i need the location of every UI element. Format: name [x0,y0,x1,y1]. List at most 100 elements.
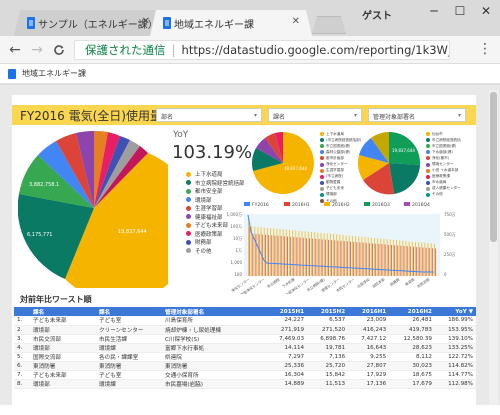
reload-button[interactable] [50,41,68,59]
pie-slice[interactable] [389,163,420,194]
legend-item[interactable]: 市立病院経営統括部 [186,179,245,188]
bar[interactable] [350,241,351,276]
small-pie-chart-2[interactable]: 19,837,644 [356,130,422,196]
bar[interactable] [367,237,369,276]
bar[interactable] [298,230,300,276]
table-row[interactable]: 1. 子ども未来部 子ども室 川島保育所 24,227 6,537 23,009 26,481… [14,316,476,326]
profile-label[interactable]: ゲスト [362,7,392,22]
bar[interactable] [312,238,314,276]
bar[interactable] [274,235,276,276]
scrollbar-thumb[interactable] [490,92,497,242]
legend-item[interactable]: 都市安全部 [186,187,245,196]
close-window-button[interactable]: ✕ [476,4,496,18]
bar[interactable] [411,241,413,276]
tab-sample[interactable]: サンプル（エネルギー課） ✕ [14,10,162,36]
tab-close-icon[interactable]: ✕ [142,16,150,27]
bar[interactable] [418,242,420,276]
tab-close-icon[interactable]: ✕ [292,16,300,27]
bar[interactable] [277,235,279,276]
bar[interactable] [255,234,257,276]
bar[interactable] [324,239,326,276]
bar[interactable] [329,233,331,276]
bar[interactable] [285,229,287,276]
bar[interactable] [343,241,345,276]
minimize-button[interactable]: ─ [424,4,444,18]
bar[interactable] [293,237,295,276]
bar[interactable] [249,226,251,276]
bar[interactable] [287,236,288,276]
bar[interactable] [365,242,367,276]
bar[interactable] [342,235,344,276]
bar[interactable] [273,228,275,276]
bar[interactable] [290,236,292,276]
bar[interactable] [268,235,270,276]
bar[interactable] [358,236,360,277]
legend-label[interactable]: FY2016 [252,202,269,208]
bar[interactable] [433,243,435,276]
bar[interactable] [317,232,319,276]
table-row[interactable]: 8. 環境部 環境課 市民墓場(岩脇) 14,889 11,513 17,136 17,679… [14,379,476,390]
bar[interactable] [333,234,335,276]
main-pie-chart[interactable]: 19,837,644 6,175,771 3,882,758.1 [18,128,168,288]
bar[interactable] [266,227,268,276]
col-header-2015h2[interactable]: 2015H2 [307,307,349,316]
bar[interactable] [323,233,325,276]
bar[interactable] [292,230,294,276]
table-row[interactable]: 4. 環境部 環境課 富郷下水行事処 14,114 19,781 16,643 28,623 1… [14,343,476,353]
bar[interactable] [397,245,399,276]
bar[interactable] [326,233,328,277]
tab-regional-energy[interactable]: 地域エネルギー課 ✕ [150,10,312,36]
bar[interactable] [305,238,307,276]
bar[interactable] [339,234,341,276]
bar[interactable] [258,234,260,276]
col-header-2015h1[interactable]: 2015H1 [266,307,308,316]
bar[interactable] [364,237,366,276]
legend-item[interactable]: その他 [426,192,461,198]
bar[interactable] [295,230,297,277]
bar[interactable] [362,242,364,276]
bar[interactable] [304,231,306,276]
legend-label[interactable]: 2016H2 [332,202,350,208]
bar[interactable] [372,243,374,276]
legend-label[interactable]: 2016Q4 [412,202,430,208]
bar[interactable] [299,237,301,276]
bar[interactable] [387,244,389,276]
table-row[interactable]: 5. 国際交流部 各の民・課課室 県連院 7,297 7,136 9,255 8,112 122… [14,352,476,362]
bar[interactable] [263,227,265,277]
bar[interactable] [381,244,383,276]
bar[interactable] [351,235,353,276]
forward-button[interactable]: → [28,41,46,59]
table-row[interactable]: 2. 環境部 クリーンセンター 焼却炉棟・し尿処理棟 271,919 271,520 416… [14,325,476,335]
bar[interactable] [345,235,347,276]
bar[interactable] [248,218,249,276]
bar[interactable] [276,228,278,276]
col-header-section[interactable]: 課名 [96,307,162,316]
table-row[interactable]: 3. 市民交流部 市民生活課 C川探学校(S) 7,469.03 6,898.76 7,42… [14,334,476,344]
bar[interactable] [318,239,320,276]
bar[interactable] [430,243,432,276]
bar[interactable] [403,245,405,276]
bar[interactable] [320,232,322,276]
bar[interactable] [327,239,329,276]
bar[interactable] [264,234,266,276]
legend-label[interactable]: 2016Q3 [372,202,390,208]
bar[interactable] [361,236,363,276]
legend-item[interactable]: 上下水道局 [186,170,245,179]
bar[interactable] [271,235,273,276]
bar[interactable] [336,234,338,276]
bar[interactable] [296,237,298,276]
bar[interactable] [386,239,388,276]
bar[interactable] [390,244,392,276]
bar[interactable] [374,238,375,276]
bar[interactable] [353,241,355,276]
bar[interactable] [309,238,311,276]
legend-item[interactable]: 市立図書館(健) [426,143,461,149]
bar[interactable] [334,240,336,276]
bar[interactable] [356,242,358,276]
bar[interactable] [427,243,429,276]
bar[interactable] [252,233,254,276]
table-row[interactable]: 6. 東消防署 東消防署 東消防署 25,336 25,720 27,807 30,023 11… [14,361,476,372]
maximize-button[interactable]: ☐ [450,4,470,18]
col-header-2016h1[interactable]: 2016H1 [348,307,390,316]
bar[interactable] [337,240,339,276]
